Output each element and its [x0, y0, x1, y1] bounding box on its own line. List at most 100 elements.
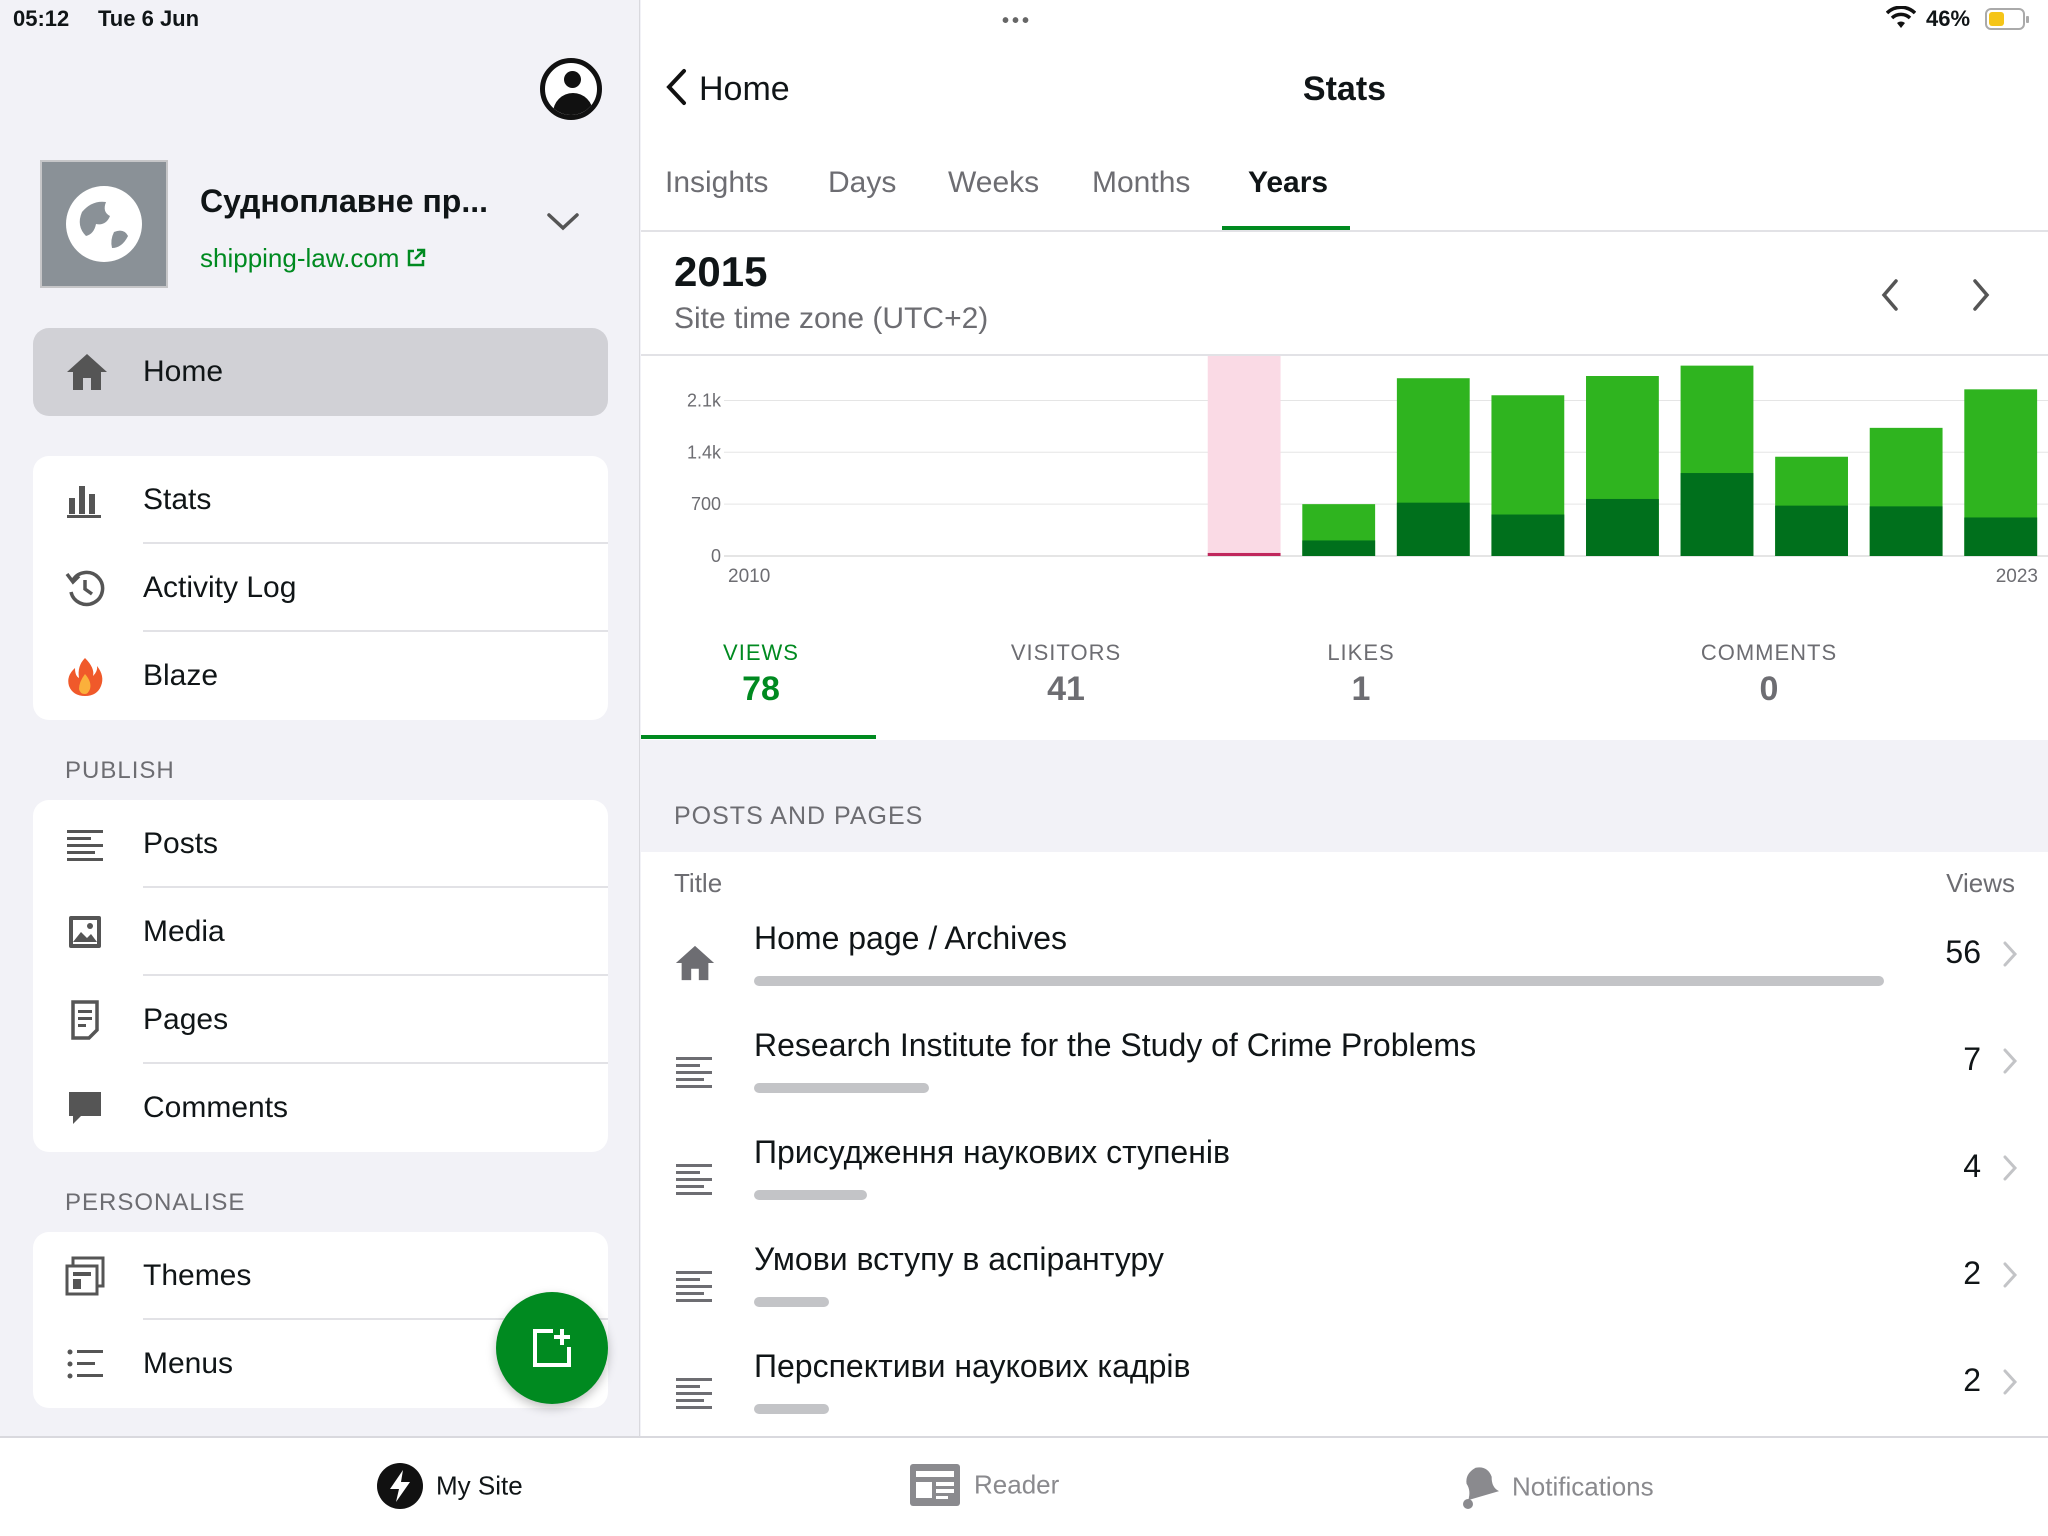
- site-url-text: shipping-law.com: [200, 243, 400, 273]
- metric-label: COMMENTS: [1700, 640, 1838, 665]
- sidebar-item-label: Media: [143, 915, 225, 948]
- multitasking-dots-icon[interactable]: •••: [1002, 10, 1032, 33]
- site-url-link[interactable]: shipping-law.com: [200, 243, 427, 274]
- x-end-label: 2023: [1996, 566, 2038, 587]
- list-item[interactable]: Research Institute for the Study of Crim…: [641, 1019, 2048, 1126]
- status-date: Tue 6 Jun: [98, 6, 200, 31]
- sidebar-item-pages[interactable]: Pages: [33, 976, 608, 1064]
- post-views: 7: [1963, 1041, 1981, 1077]
- metric-label: VIEWS: [723, 640, 799, 665]
- previous-period-chevron-left-icon[interactable]: [1880, 278, 1900, 312]
- y-tick-label: 2.1k: [687, 390, 722, 410]
- views-bar: [754, 1083, 929, 1093]
- reader-icon: [910, 1464, 960, 1506]
- views-column-header: Views: [1946, 868, 2015, 898]
- visitors-bar-2020[interactable]: [1680, 473, 1754, 556]
- metric-comments[interactable]: COMMENTS 0: [1649, 640, 1889, 709]
- section-header: POSTS AND PAGES: [641, 740, 2048, 852]
- visitors-bar-2023[interactable]: [1964, 517, 2038, 556]
- visitors-bar-2019[interactable]: [1586, 498, 1659, 556]
- stats-panel: Home Stats Insights Days Weeks Months Ye…: [641, 0, 2048, 1436]
- menus-icon: [67, 1349, 103, 1379]
- visitors-bar-2016[interactable]: [1302, 540, 1376, 556]
- personalise-heading: PERSONALISE: [65, 1189, 246, 1216]
- history-icon: [65, 570, 105, 607]
- metric-active-indicator: [641, 735, 876, 739]
- home-icon: [675, 945, 715, 981]
- publish-heading: PUBLISH: [65, 757, 175, 784]
- tab-label: Reader: [974, 1469, 1060, 1500]
- post-title: Присудження наукових ступенів: [754, 1134, 1230, 1170]
- posts-icon: [67, 830, 103, 861]
- selected-bar-highlight[interactable]: [1207, 356, 1281, 556]
- visitors-bar-2017[interactable]: [1396, 502, 1470, 556]
- tab-my-site[interactable]: My Site: [376, 1462, 523, 1510]
- sidebar-item-home[interactable]: Home: [33, 328, 608, 416]
- post-icon: [676, 1378, 712, 1409]
- list-item[interactable]: Home page / Archives 56: [641, 912, 2048, 1019]
- tab-days[interactable]: Days: [828, 166, 896, 200]
- comment-icon: [69, 1092, 101, 1124]
- site-globe-icon[interactable]: [40, 160, 168, 288]
- list-item[interactable]: Перспективи наукових кадрів 2: [641, 1340, 2048, 1447]
- y-tick-label: 700: [691, 494, 721, 514]
- post-title: Research Institute for the Study of Crim…: [754, 1027, 1477, 1063]
- visitors-bar-2015[interactable]: [1207, 552, 1281, 556]
- metric-likes[interactable]: LIKES 1: [1241, 640, 1481, 709]
- tab-reader[interactable]: Reader: [908, 1462, 1059, 1508]
- metric-label: LIKES: [1327, 640, 1395, 665]
- site-timezone: Site time zone (UTC+2): [674, 302, 989, 335]
- tab-bar: My Site Reader Notifications: [0, 1436, 2048, 1536]
- sidebar-item-media[interactable]: Media: [33, 888, 608, 976]
- metric-value: 78: [742, 670, 780, 708]
- battery-icon: [1985, 8, 2029, 30]
- create-new-button[interactable]: [496, 1292, 608, 1404]
- metric-value: 0: [1759, 670, 1779, 708]
- sidebar-item-blaze[interactable]: Blaze: [33, 632, 608, 720]
- wifi-icon: [1885, 5, 1917, 36]
- metric-label: VISITORS: [1010, 640, 1122, 665]
- flame-icon: [68, 658, 103, 696]
- visitors-bar-2018[interactable]: [1491, 514, 1565, 556]
- next-period-chevron-right-icon[interactable]: [1971, 278, 1991, 312]
- site-title[interactable]: Судноплавне пр...: [200, 183, 488, 220]
- page-title: Stats: [1302, 70, 1387, 108]
- battery-percent: 46%: [1926, 6, 1971, 31]
- sidebar-item-activity-log[interactable]: Activity Log: [33, 544, 608, 632]
- status-bar: 05:12 Tue 6 Jun ••• 46%: [0, 0, 2048, 40]
- tab-months[interactable]: Months: [1092, 166, 1190, 200]
- status-time: 05:12: [13, 6, 70, 31]
- post-views: 4: [1963, 1148, 1981, 1184]
- sidebar-item-label: Pages: [143, 1003, 229, 1036]
- stats-bar-chart[interactable]: 0 700 1.4k 2.1k 2010 2023: [641, 356, 2048, 596]
- sidebar-item-label: Stats: [143, 483, 212, 516]
- sidebar-item-comments[interactable]: Comments: [33, 1064, 608, 1152]
- sidebar-item-label: Themes: [143, 1259, 252, 1292]
- tab-insights[interactable]: Insights: [665, 166, 768, 200]
- sidebar-publish-card: Posts Media Pages Comments: [33, 800, 608, 1152]
- y-tick-label: 1.4k: [687, 442, 722, 462]
- site-switcher-chevron-down-icon[interactable]: [546, 210, 580, 234]
- sidebar-item-label: Comments: [143, 1091, 289, 1124]
- tab-weeks[interactable]: Weeks: [948, 166, 1039, 200]
- metric-visitors[interactable]: VISITORS 41: [946, 640, 1186, 709]
- sidebar-item-stats[interactable]: Stats: [33, 456, 608, 544]
- visitors-bar-2022[interactable]: [1869, 506, 1943, 556]
- list-item[interactable]: Присудження наукових ступенів 4: [641, 1126, 2048, 1233]
- post-title: Перспективи наукових кадрів: [754, 1348, 1191, 1384]
- bell-icon: [1463, 1467, 1500, 1509]
- posts-and-pages-heading: POSTS AND PAGES: [674, 802, 924, 830]
- list-header: Title Views: [641, 852, 2048, 912]
- metric-views[interactable]: VIEWS 78: [641, 640, 881, 709]
- account-avatar-icon[interactable]: [540, 58, 602, 120]
- visitors-bar-2021[interactable]: [1775, 505, 1848, 556]
- wordpress-icon: [377, 1463, 423, 1509]
- views-bar: [754, 1190, 867, 1200]
- metrics-row: VIEWS 78 VISITORS 41 LIKES 1 COMMENTS 0: [641, 640, 2048, 740]
- x-start-label: 2010: [728, 566, 770, 587]
- tab-years[interactable]: Years: [1248, 166, 1328, 200]
- views-bar: [754, 1404, 829, 1414]
- tab-notifications[interactable]: Notifications: [1450, 1462, 1654, 1512]
- sidebar-item-posts[interactable]: Posts: [33, 800, 608, 888]
- list-item[interactable]: Умови вступу в аспірантуру 2: [641, 1233, 2048, 1340]
